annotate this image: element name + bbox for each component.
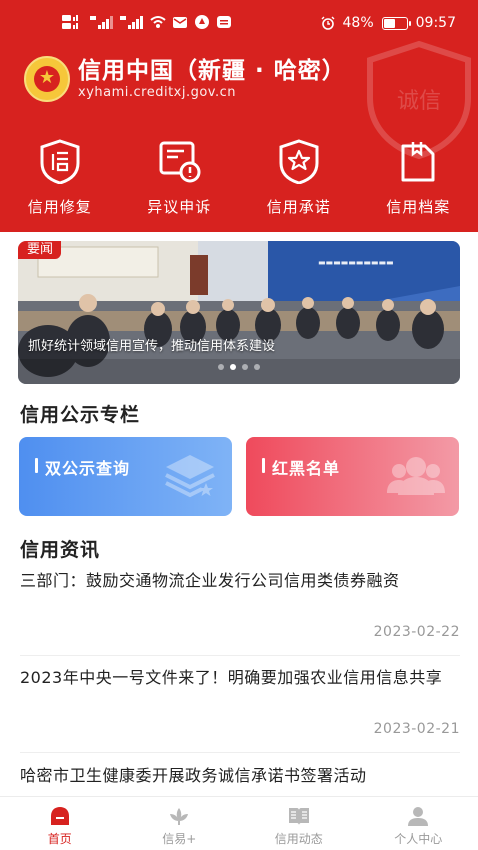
quick-nav: 信用修复 异议申诉 信用承诺 信用档案: [0, 138, 478, 220]
divider: [20, 655, 460, 656]
banner-caption: 抓好统计领域信用宣传，推动信用体系建设: [28, 339, 276, 354]
tab-label: 信用动态: [274, 832, 323, 846]
news-item[interactable]: 三部门：鼓励交通物流企业发行公司信用类债券融资 2023-02-22: [20, 569, 460, 649]
carousel-dot[interactable]: [254, 364, 260, 370]
site-url: xyhami.creditxj.gov.cn: [78, 85, 237, 100]
tab-home[interactable]: 首页: [0, 797, 120, 850]
dual-sim-icon: [62, 15, 78, 29]
user-icon: [408, 807, 429, 826]
book-icon: [288, 808, 309, 825]
news-date: 2023-02-21: [373, 721, 460, 737]
divider: [20, 752, 460, 753]
credit-commitment-icon: [279, 139, 319, 184]
credit-repair-icon: [40, 139, 80, 184]
app-badge-icon: [217, 16, 231, 28]
carousel-indicator: [18, 364, 460, 370]
tab-credit-plus[interactable]: 信易+: [120, 797, 240, 850]
quick-nav-label: 信用承诺: [266, 198, 331, 216]
app-title: 信用中国（新疆 · 哈密）: [78, 58, 346, 84]
news-section-title: 信用资讯: [20, 539, 101, 561]
news-item[interactable]: 哈密市卫生健康委开展政务诚信承诺书签署活动: [20, 764, 460, 792]
svg-text:▬▬▬▬▬▬▬▬▬▬: ▬▬▬▬▬▬▬▬▬▬: [318, 258, 394, 267]
tab-label: 信易+: [162, 832, 197, 846]
banner-photo: ▬▬▬▬▬▬▬▬▬▬: [18, 241, 460, 384]
quick-nav-label: 信用档案: [386, 198, 451, 216]
app-header: 诚信 48% 09:57 ★ 信用中国（新疆 · 哈密） xyhami.cred…: [0, 0, 478, 232]
app-notification-icon: [195, 15, 209, 29]
quick-nav-objection-appeal[interactable]: 异议申诉: [120, 138, 240, 220]
news-item[interactable]: 2023年中央一号文件来了！明确要加强农业信用信息共享 2023-02-21: [20, 666, 460, 746]
tab-label: 个人中心: [394, 832, 443, 846]
carousel-dot[interactable]: [218, 364, 224, 370]
news-date: 2023-02-22: [373, 624, 460, 640]
brand: 信用中国（新疆 · 哈密） xyhami.creditxj.gov.cn: [24, 56, 346, 102]
objection-appeal-icon: [159, 141, 201, 183]
national-emblem-icon: [24, 56, 70, 102]
alarm-icon: [321, 16, 335, 30]
publicity-section-title: 信用公示专栏: [20, 404, 141, 426]
carousel-dot[interactable]: [230, 364, 236, 370]
quick-nav-credit-repair[interactable]: 信用修复: [0, 138, 120, 220]
status-right: 48% 09:57: [321, 15, 456, 31]
news-title: 哈密市卫生健康委开展政务诚信承诺书签署活动: [20, 766, 367, 785]
news-title: 三部门：鼓励交通物流企业发行公司信用类债券融资: [20, 571, 400, 590]
stack-star-icon: [165, 455, 215, 498]
card-label: 红黑名单: [262, 455, 340, 479]
battery-icon: [381, 16, 411, 30]
signal-5g-icon: [90, 16, 113, 29]
tab-label: 首页: [47, 832, 72, 846]
watermark-text: 诚信: [397, 89, 441, 114]
quick-nav-credit-commitment[interactable]: 信用承诺: [239, 138, 359, 220]
bottom-tab-bar: 首页 信易+ 信用动态 个人中心: [0, 796, 478, 850]
quick-nav-label: 信用修复: [27, 198, 92, 216]
banner-tag: 要闻: [18, 241, 62, 259]
lotus-icon: [170, 808, 189, 825]
wifi-icon: [150, 16, 166, 28]
signal-4g-icon: [120, 16, 143, 29]
tab-personal-center[interactable]: 个人中心: [359, 797, 478, 850]
quick-nav-credit-archive[interactable]: 信用档案: [359, 138, 478, 220]
status-bar: 48% 09:57: [0, 0, 478, 46]
credit-archive-icon: [401, 142, 435, 182]
battery-percent: 48%: [342, 15, 374, 31]
home-icon: [50, 807, 69, 825]
news-banner-carousel[interactable]: ▬▬▬▬▬▬▬▬▬▬ 要闻 抓好统计领域信用宣传，推动信用体系建设: [18, 241, 460, 384]
battery-level: [383, 18, 396, 28]
mail-icon: [173, 17, 187, 28]
tab-credit-news[interactable]: 信用动态: [239, 797, 359, 850]
carousel-dot[interactable]: [242, 364, 248, 370]
group-icon: [387, 457, 445, 495]
quick-nav-label: 异议申诉: [147, 198, 212, 216]
status-indicators: [62, 14, 232, 30]
red-black-list-card[interactable]: 红黑名单: [246, 437, 459, 516]
news-title: 2023年中央一号文件来了！明确要加强农业信用信息共享: [20, 668, 443, 687]
card-label: 双公示查询: [35, 455, 130, 479]
dual-publicity-query-card[interactable]: 双公示查询: [19, 437, 232, 516]
clock: 09:57: [415, 15, 456, 31]
